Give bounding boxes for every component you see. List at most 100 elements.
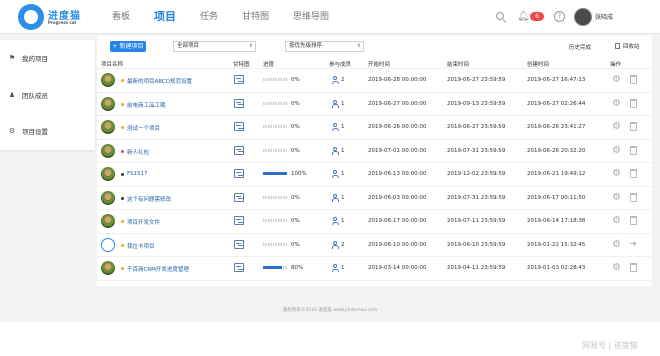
start-time: 2019-06-13 00:00:00 (368, 171, 427, 177)
project-name[interactable]: 测试一个项目 (127, 124, 160, 132)
gear-icon[interactable]: ⚙ (612, 75, 622, 85)
trash-icon[interactable] (630, 169, 637, 178)
nav-kanban[interactable]: 看板 (112, 0, 130, 34)
members-icon[interactable] (331, 240, 339, 249)
gear-icon[interactable]: ⚙ (612, 145, 622, 156)
gantt-chart-icon[interactable] (234, 75, 244, 84)
nav-mindmap[interactable]: 思维导图 (293, 0, 329, 34)
gear-icon[interactable]: ⚙ (612, 122, 622, 132)
user-name[interactable]: 张晓成 (595, 12, 613, 21)
trash-icon[interactable] (630, 263, 637, 272)
table-row[interactable]: 前电商工品工期 0% 1 2019-06-27 00:00:00 2019-09-13 … (97, 93, 652, 116)
gantt-chart-icon[interactable] (234, 98, 244, 108)
gear-icon[interactable]: ⚙ (612, 263, 622, 273)
table-row[interactable]: 我位卡项目 0% 2 2019-06-10 00:00:00 2019-06-10 23… (97, 234, 652, 257)
sort-select[interactable]: 按优先级排序 ⇕ (285, 41, 364, 52)
table-header: 项目名称 甘特图 进度 参与成员 开始时间 结束时间 创建时间 操作 (97, 58, 652, 69)
project-filter-select[interactable]: 全部项目 ⇕ (173, 41, 256, 52)
members-icon[interactable] (331, 264, 339, 272)
gear-icon[interactable]: ⚙ (612, 98, 622, 109)
progress-bar (263, 101, 287, 105)
project-name[interactable]: 千百商CRM开发进度管理 (127, 265, 189, 273)
status-dot (121, 79, 124, 82)
progress-value: 0% (291, 218, 300, 224)
col-gantt: 甘特图 (233, 62, 250, 68)
sidebar-item-settings[interactable]: ⚙ 项目设置 (0, 119, 95, 143)
members-icon[interactable] (331, 217, 339, 225)
project-avatar (101, 96, 115, 111)
project-name[interactable]: 我位卡项目 (127, 242, 155, 250)
gantt-chart-icon[interactable] (234, 169, 244, 178)
trash-icon[interactable] (630, 216, 637, 225)
status-dot (121, 267, 124, 270)
table-row[interactable]: 千百商CRM开发进度管理 80% 1 2019-03-14 00:00:00 2019-… (97, 257, 652, 281)
gantt-chart-icon[interactable] (234, 145, 244, 155)
nav-gantt[interactable]: 甘特图 (242, 0, 269, 34)
members-icon[interactable] (331, 123, 339, 131)
help-icon[interactable]: ? (554, 11, 565, 22)
start-time: 2019-06-28 00:00:00 (368, 77, 427, 83)
exit-project-icon[interactable]: ➜ (630, 239, 638, 248)
gantt-chart-icon[interactable] (234, 192, 244, 202)
table-row[interactable]: FS1517 100% 1 2019-06-13 00:00:00 2019-12-02… (97, 163, 652, 187)
history-completed-link[interactable]: 历史完成 (569, 43, 591, 51)
sidebar-item-team[interactable]: ♟ 团队成员 (0, 83, 95, 107)
project-name[interactable]: 新人礼包 (127, 148, 149, 156)
gear-icon[interactable]: ⚙ (612, 239, 622, 250)
trash-icon[interactable] (630, 75, 637, 84)
member-count: 1 (341, 147, 345, 154)
sidebar-item-my-projects[interactable]: ⚑ 我的项目 (0, 46, 95, 70)
nav-tasks[interactable]: 任务 (200, 0, 218, 34)
created-time: 2019-01-22 15:32:45 (527, 241, 586, 248)
trash-icon[interactable] (630, 98, 637, 108)
trash-icon[interactable] (630, 122, 637, 131)
member-count: 1 (341, 124, 345, 130)
members-icon[interactable] (331, 193, 339, 202)
end-time: 2019-07-11 23:59:59 (447, 218, 506, 224)
project-avatar (101, 237, 115, 252)
project-name[interactable]: 项目开发文件 (127, 218, 160, 226)
table-row[interactable]: 项目开发文件 0% 1 2019-06-17 00:00:00 2019-07-11 2… (97, 210, 652, 234)
avatar[interactable] (574, 8, 592, 26)
progress-bar (263, 219, 287, 222)
status-dot (121, 220, 124, 223)
table-row[interactable]: 最新的项目ABCD规范设置 0% 2 2019-06-28 00:00:00 2019-… (97, 69, 652, 93)
gantt-chart-icon[interactable] (234, 263, 244, 272)
start-time: 2019-03-14 00:00:00 (368, 265, 427, 271)
gear-icon[interactable]: ⚙ (612, 216, 622, 226)
nav-projects[interactable]: 项目 (154, 0, 176, 34)
members-icon[interactable] (331, 76, 339, 84)
chevron-updown-icon: ⇕ (356, 43, 361, 49)
search-icon[interactable] (495, 11, 507, 24)
members-icon[interactable] (331, 146, 339, 155)
project-name[interactable]: 这个有问题需修改 (127, 195, 171, 203)
progress-fill (263, 266, 283, 269)
table-row[interactable]: 新人礼包 0% 1 2019-07-01 00:00:00 2019-07-31 23:… (97, 140, 652, 163)
members-icon[interactable] (331, 99, 339, 108)
members-icon[interactable] (331, 170, 339, 178)
project-name[interactable]: 前电商工品工期 (127, 101, 166, 109)
gantt-chart-icon[interactable] (234, 122, 244, 131)
start-time: 2019-06-03 00:00:00 (368, 194, 427, 201)
table-row[interactable]: 测试一个项目 0% 1 2019-06-26 00:00:00 2019-06-27 2… (97, 116, 652, 140)
project-filter-value: 全部项目 (177, 43, 200, 49)
progress-bar (263, 78, 287, 81)
bell-icon[interactable]: 🔔︎ (517, 11, 530, 23)
trash-icon[interactable] (630, 145, 637, 155)
gantt-chart-icon[interactable] (234, 239, 244, 249)
trash-icon (615, 43, 620, 49)
new-project-button[interactable]: + 新建项目 (110, 41, 146, 52)
table-row[interactable]: 这个有问题需修改 0% 1 2019-06-03 00:00:00 2019-07-31… (97, 187, 652, 210)
created-time: 2019-06-17 00:11:50 (527, 194, 586, 201)
recycle-bin-link[interactable]: 回收站 (615, 42, 640, 50)
trash-icon[interactable] (630, 192, 637, 202)
gear-icon[interactable]: ⚙ (612, 169, 622, 179)
project-name[interactable]: 最新的项目ABCD规范设置 (127, 77, 192, 85)
team-icon: ♟ (8, 91, 16, 99)
gear-icon[interactable]: ⚙ (612, 192, 622, 203)
app-logo[interactable]: 进度猫 Progress cat (18, 4, 86, 30)
progress-value: 100% (291, 171, 307, 177)
member-count: 2 (341, 241, 345, 248)
gantt-chart-icon[interactable] (234, 216, 244, 225)
project-name[interactable]: FS1517 (127, 171, 148, 177)
